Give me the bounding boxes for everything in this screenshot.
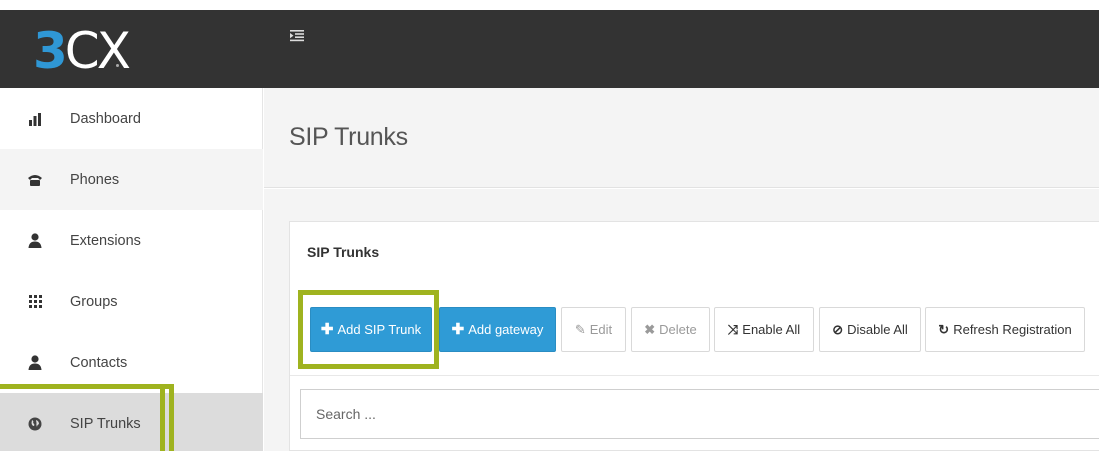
menu-toggle-icon[interactable] — [290, 29, 304, 43]
sidebar-item-contacts[interactable]: Contacts — [0, 332, 263, 393]
page-title: SIP Trunks — [289, 123, 408, 151]
refresh-registration-button[interactable]: ↻ Refresh Registration — [925, 307, 1085, 352]
sidebar-item-dashboard[interactable]: Dashboard — [0, 88, 263, 149]
content-header: SIP Trunks — [264, 88, 1099, 188]
x-icon: ✖ — [644, 321, 656, 337]
logo-letters: CX — [64, 22, 131, 80]
enable-all-label: Enable All — [742, 322, 801, 337]
user-icon — [27, 233, 43, 249]
grid-icon — [27, 294, 43, 310]
edit-label: Edit — [589, 322, 613, 337]
sidebar-item-label: SIP Trunks — [70, 415, 141, 432]
sidebar-item-label: Phones — [70, 171, 120, 188]
add-gateway-button[interactable]: ✚ Add gateway — [439, 307, 556, 352]
panel-title: SIP Trunks — [307, 244, 380, 260]
add-sip-trunk-button[interactable]: ✚ Add SIP Trunk — [310, 307, 432, 352]
sidebar-item-phones[interactable]: Phones — [0, 149, 263, 210]
sidebar: Dashboard Phones Extensions Groups Conta… — [0, 88, 263, 451]
ban-icon: ⊘ — [832, 321, 844, 337]
logo-text: 3CX — [33, 26, 131, 76]
add-sip-trunk-label: Add SIP Trunk — [337, 322, 422, 337]
sidebar-item-sip-trunks[interactable]: SIP Trunks — [0, 393, 263, 451]
delete-label: Delete — [659, 322, 697, 337]
sidebar-item-label: Extensions — [70, 232, 141, 249]
bar-chart-icon — [27, 111, 43, 127]
logo-registered-mark — [116, 64, 119, 67]
logo-number: 3 — [33, 22, 68, 80]
delete-button[interactable]: ✖ Delete — [631, 307, 710, 352]
user-icon — [27, 355, 43, 371]
refresh-registration-label: Refresh Registration — [953, 322, 1072, 337]
phone-icon — [27, 172, 43, 188]
app-logo[interactable]: 3CX — [0, 10, 263, 88]
sidebar-item-groups[interactable]: Groups — [0, 271, 263, 332]
disable-all-button[interactable]: ⊘ Disable All — [819, 307, 921, 352]
enable-all-button[interactable]: ⤨ Enable All — [714, 307, 814, 352]
plus-icon: ✚ — [320, 321, 334, 338]
sidebar-item-extensions[interactable]: Extensions — [0, 210, 263, 271]
search-input[interactable] — [300, 389, 1099, 439]
globe-icon — [27, 416, 43, 432]
shuffle-icon: ⤨ — [727, 321, 739, 337]
refresh-icon: ↻ — [938, 321, 950, 337]
pencil-icon: ✎ — [574, 321, 586, 337]
add-gateway-label: Add gateway — [468, 322, 544, 337]
sidebar-item-label: Dashboard — [70, 110, 141, 127]
sidebar-item-label: Groups — [70, 293, 118, 310]
plus-icon: ✚ — [451, 321, 465, 338]
disable-all-label: Disable All — [847, 322, 908, 337]
sidebar-item-label: Contacts — [70, 354, 128, 371]
edit-button[interactable]: ✎ Edit — [561, 307, 626, 352]
panel-divider — [290, 375, 1099, 376]
